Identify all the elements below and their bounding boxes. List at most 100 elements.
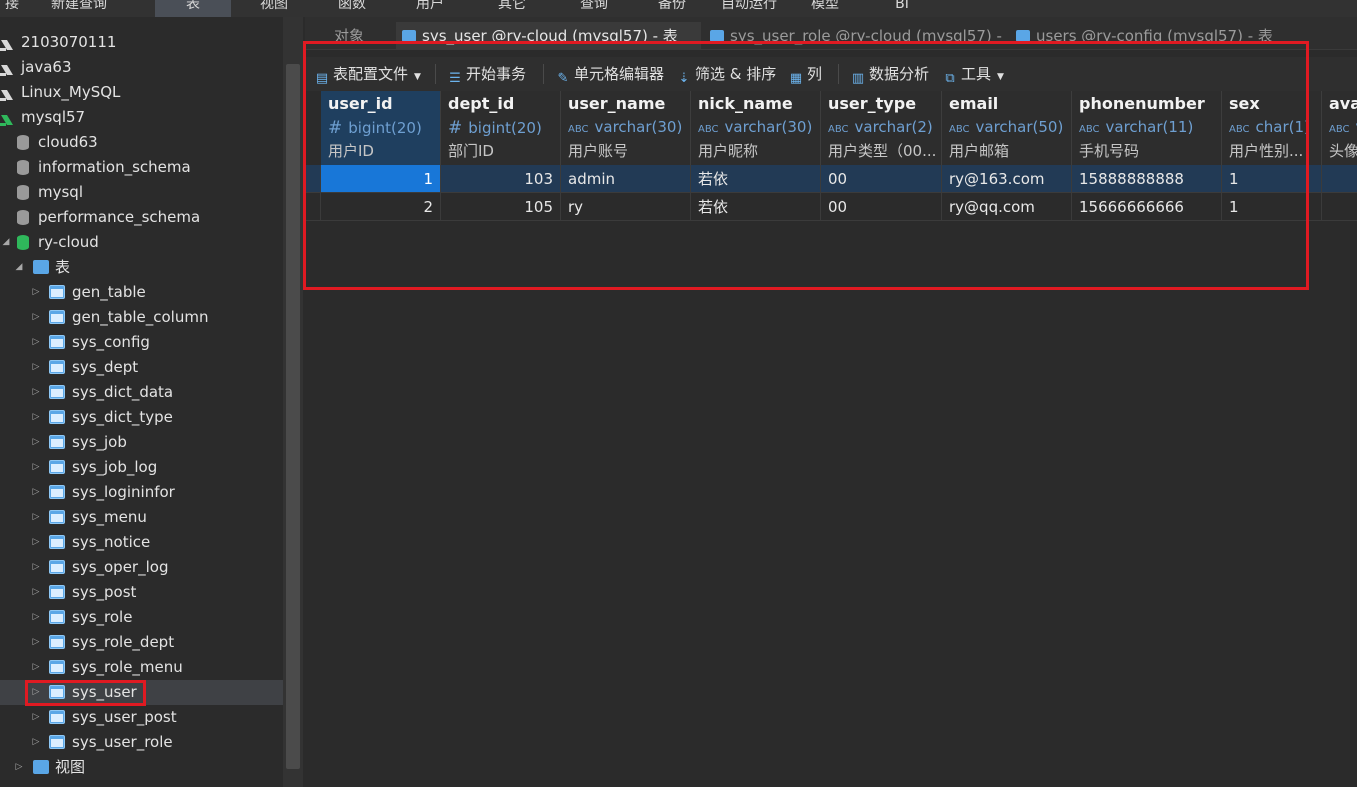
grid-cell[interactable]: ry	[561, 193, 691, 221]
data-analysis-button[interactable]: ▥ 数据分析	[850, 57, 929, 91]
column-header-dept-id[interactable]: dept_id # bigint(20) 部门ID	[441, 91, 561, 165]
column-header-user-id[interactable]: user_id # bigint(20) 用户ID	[321, 91, 441, 165]
table-item-sys-config[interactable]: ▷ sys_config	[0, 330, 283, 355]
table-item-sys-notice[interactable]: ▷ sys_notice	[0, 530, 283, 555]
table-item-sys-post[interactable]: ▷ sys_post	[0, 580, 283, 605]
table-config-button[interactable]: ▤ 表配置文件 ▼	[314, 57, 421, 91]
row-marker[interactable]	[305, 193, 321, 221]
expand-arrow-icon[interactable]: ▷	[30, 430, 42, 455]
connection-item[interactable]: java63	[0, 55, 283, 80]
database-item[interactable]: cloud63	[0, 130, 283, 155]
table-item-sys-oper-log[interactable]: ▷ sys_oper_log	[0, 555, 283, 580]
table-item-sys-user[interactable]: ▷ sys_user	[0, 680, 283, 705]
tab-objects[interactable]: 对象	[305, 22, 393, 49]
menu-item[interactable]: 查询	[572, 0, 616, 17]
expand-arrow-icon[interactable]: ▷	[30, 530, 42, 555]
menu-item[interactable]: 自动运行	[712, 0, 786, 17]
grid-cell[interactable]: 若依	[691, 165, 821, 193]
grid-cell[interactable]: 00	[821, 165, 942, 193]
filter-sort-button[interactable]: ⇣ 筛选 & 排序	[676, 57, 777, 91]
column-header-user-type[interactable]: user_type ABC varchar(2) 用户类型（00...	[821, 91, 942, 165]
sidebar-scrollbar[interactable]	[283, 17, 303, 787]
expand-arrow-icon[interactable]: ▷	[30, 355, 42, 380]
grid-cell[interactable]: 2	[321, 193, 441, 221]
grid-cell[interactable]: 1	[1222, 193, 1322, 221]
table-item-sys-role[interactable]: ▷ sys_role	[0, 605, 283, 630]
begin-transaction-button[interactable]: ☰ 开始事务	[447, 57, 526, 91]
expand-arrow-icon[interactable]: ▷	[30, 380, 42, 405]
column-header-email[interactable]: email ABC varchar(50) 用户邮箱	[942, 91, 1072, 165]
database-item[interactable]: mysql	[0, 180, 283, 205]
connection-item[interactable]: Linux_MySQL	[0, 80, 283, 105]
grid-cell[interactable]: 1	[1222, 165, 1322, 193]
table-item-sys-logininfor[interactable]: ▷ sys_logininfor	[0, 480, 283, 505]
table-item-sys-role-menu[interactable]: ▷ sys_role_menu	[0, 655, 283, 680]
collapse-arrow-icon[interactable]: ◢	[13, 255, 25, 280]
table-item-sys-role-dept[interactable]: ▷ sys_role_dept	[0, 630, 283, 655]
menu-item[interactable]: 表	[155, 0, 231, 17]
expand-arrow-icon[interactable]: ▷	[30, 630, 42, 655]
grid-cell[interactable]	[1322, 165, 1357, 193]
expand-arrow-icon[interactable]: ▷	[30, 455, 42, 480]
menu-item[interactable]: 视图	[252, 0, 296, 17]
column-header-nick-name[interactable]: nick_name ABC varchar(30) 用户昵称	[691, 91, 821, 165]
database-item[interactable]: information_schema	[0, 155, 283, 180]
database-item[interactable]: performance_schema	[0, 205, 283, 230]
expand-arrow-icon[interactable]: ▷	[30, 730, 42, 755]
tab-table-editor[interactable]: users @ry-config (mysql57) - 表	[1010, 22, 1315, 49]
expand-arrow-icon[interactable]: ▷	[13, 755, 25, 780]
expand-arrow-icon[interactable]: ▷	[30, 305, 42, 330]
connection-item[interactable]: mysql57	[0, 105, 283, 130]
database-item[interactable]: ◢ ry-cloud	[0, 230, 283, 255]
grid-cell[interactable]: 00	[821, 193, 942, 221]
grid-cell[interactable]: 若依	[691, 193, 821, 221]
column-header-phonenumber[interactable]: phonenumber ABC varchar(11) 手机号码	[1072, 91, 1222, 165]
columns-button[interactable]: ▦ 列	[788, 57, 822, 91]
menu-item[interactable]: 新建查询	[42, 0, 116, 17]
table-item-sys-user-post[interactable]: ▷ sys_user_post	[0, 705, 283, 730]
expand-arrow-icon[interactable]: ▷	[30, 555, 42, 580]
table-item-gen-table-column[interactable]: ▷ gen_table_column	[0, 305, 283, 330]
column-header-sex[interactable]: sex ABC char(1) 用户性别...	[1222, 91, 1322, 165]
column-header-user-name[interactable]: user_name ABC varchar(30) 用户账号	[561, 91, 691, 165]
expand-arrow-icon[interactable]: ▷	[30, 405, 42, 430]
table-item-sys-dict-data[interactable]: ▷ sys_dict_data	[0, 380, 283, 405]
grid-cell[interactable]: 1	[321, 165, 441, 193]
expand-arrow-icon[interactable]: ▷	[30, 480, 42, 505]
menu-item[interactable]: 用户	[408, 0, 452, 17]
menu-item[interactable]: 其它	[490, 0, 534, 17]
cell-editor-button[interactable]: ✎ 单元格编辑器	[555, 57, 664, 91]
expand-arrow-icon[interactable]: ▷	[30, 505, 42, 530]
expand-arrow-icon[interactable]: ▷	[30, 580, 42, 605]
table-item-sys-menu[interactable]: ▷ sys_menu	[0, 505, 283, 530]
grid-cell[interactable]: 15666666666	[1072, 193, 1222, 221]
tools-button[interactable]: ⧉ 工具 ▼	[942, 57, 1004, 91]
grid-cell[interactable]: admin	[561, 165, 691, 193]
connection-item[interactable]: 2103070111	[0, 30, 283, 55]
menu-item[interactable]: 备份	[650, 0, 694, 17]
expand-arrow-icon[interactable]: ▷	[30, 330, 42, 355]
expand-arrow-icon[interactable]: ▷	[30, 655, 42, 680]
grid-cell[interactable]	[1322, 193, 1357, 221]
grid-cell[interactable]: 15888888888	[1072, 165, 1222, 193]
sidebar-scroll-thumb[interactable]	[286, 64, 300, 769]
collapse-arrow-icon[interactable]: ◢	[0, 230, 12, 255]
table-item-gen-table[interactable]: ▷ gen_table	[0, 280, 283, 305]
table-item-sys-dict-type[interactable]: ▷ sys_dict_type	[0, 405, 283, 430]
menu-item[interactable]: 模型	[803, 0, 847, 17]
table-item-sys-dept[interactable]: ▷ sys_dept	[0, 355, 283, 380]
grid-cell[interactable]: 103	[441, 165, 561, 193]
table-item-sys-job-log[interactable]: ▷ sys_job_log	[0, 455, 283, 480]
tab-table-editor[interactable]: sys_user_role @ry-cloud (mysql57) -	[704, 22, 1008, 49]
menu-item[interactable]: BI	[888, 0, 916, 17]
tab-table-editor[interactable]: sys_user @ry-cloud (mysql57) - 表	[396, 22, 701, 49]
table-row[interactable]: 2 105 ry 若依 00 ry@qq.com 15666666666 1	[305, 193, 1357, 221]
expand-arrow-icon[interactable]: ▷	[30, 680, 42, 705]
grid-cell[interactable]: ry@163.com	[942, 165, 1072, 193]
views-folder[interactable]: ▷ 视图	[0, 755, 283, 780]
table-row[interactable]: 1 103 admin 若依 00 ry@163.com 15888888888 1	[305, 165, 1357, 193]
column-header-avat[interactable]: avat ABCv 头像	[1322, 91, 1357, 165]
expand-arrow-icon[interactable]: ▷	[30, 705, 42, 730]
expand-arrow-icon[interactable]: ▷	[30, 605, 42, 630]
row-marker[interactable]	[305, 165, 321, 193]
